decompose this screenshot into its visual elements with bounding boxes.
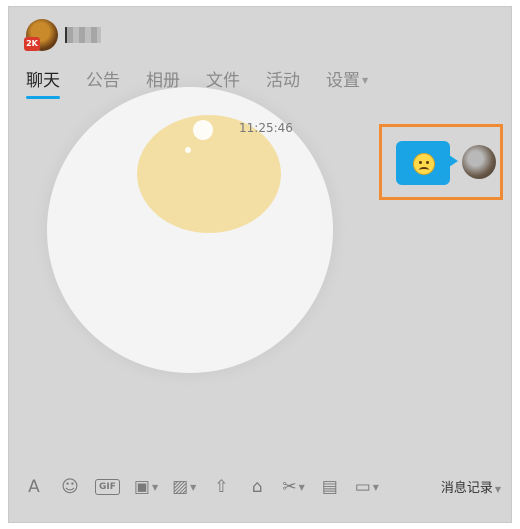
sticker-icon[interactable]: ▣ ▼ xyxy=(134,476,158,498)
image-icon[interactable]: ▨ ▼ xyxy=(172,476,196,498)
gif-label: GIF xyxy=(99,482,116,492)
chat-window: 2K 聊天 公告 相册 文件 活动 设置 ▼ 11:25:46 A ☺ GIF ▣… xyxy=(8,6,512,523)
highlighted-message xyxy=(379,124,503,200)
message-timestamp: 11:25:46 xyxy=(239,121,293,135)
tab-chat[interactable]: 聊天 xyxy=(26,69,60,99)
group-name-redacted xyxy=(67,27,101,43)
tab-announcements-label: 公告 xyxy=(86,71,120,91)
input-toolbar: A ☺ GIF ▣ ▼ ▨ ▼ ⇧ ⌂ ✂ ▼ ▤ ▭ ▼ xyxy=(9,469,511,505)
chevron-down-icon: ▼ xyxy=(190,482,197,492)
chevron-down-icon: ▼ xyxy=(151,482,159,492)
chevron-down-icon: ▼ xyxy=(298,482,305,492)
chevron-down-icon: ▼ xyxy=(372,482,379,492)
avatar-badge: 2K xyxy=(24,37,40,51)
tab-announcements[interactable]: 公告 xyxy=(86,69,120,93)
chevron-down-icon: ▼ xyxy=(362,76,369,85)
message-history-button[interactable]: 消息记录 ▼ xyxy=(441,477,501,496)
chat-bubble-icon[interactable]: ▭ ▼ xyxy=(355,476,379,498)
tab-activities-label: 活动 xyxy=(266,71,300,91)
embarrassed-face-emoji-icon xyxy=(413,153,435,175)
tab-activities[interactable]: 活动 xyxy=(266,69,300,93)
sender-avatar[interactable] xyxy=(462,145,496,179)
background-shine xyxy=(193,120,213,140)
document-icon[interactable]: ▤ xyxy=(319,476,341,498)
background-shine-small xyxy=(185,147,191,153)
font-icon[interactable]: A xyxy=(23,476,45,498)
tab-settings[interactable]: 设置 ▼ xyxy=(326,69,368,93)
tab-chat-label: 聊天 xyxy=(26,71,60,91)
upload-icon[interactable]: ⇧ xyxy=(210,476,232,498)
gift-icon[interactable]: ⌂ xyxy=(246,476,268,498)
emoji-icon[interactable]: ☺ xyxy=(59,476,81,498)
message-bubble[interactable] xyxy=(396,141,458,185)
gif-icon[interactable]: GIF xyxy=(95,479,120,495)
screenshot-icon[interactable]: ✂ ▼ xyxy=(282,476,304,498)
chevron-down-icon: ▼ xyxy=(494,485,501,494)
message-history-label: 消息记录 xyxy=(440,481,493,496)
tab-settings-label: 设置 xyxy=(326,71,360,91)
chat-header: 2K 聊天 公告 相册 文件 活动 设置 ▼ xyxy=(9,7,511,107)
